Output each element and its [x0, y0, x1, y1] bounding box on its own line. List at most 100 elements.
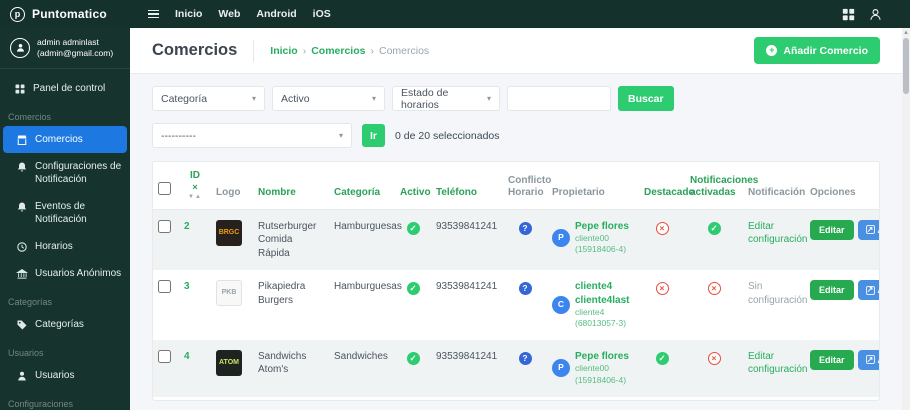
table-body: 2 BRGC Rutserburger Comida Rápida Hamburgue…: [153, 209, 879, 400]
cross-icon: ×: [707, 282, 721, 295]
select-all-checkbox[interactable]: [158, 182, 171, 195]
row-id-link[interactable]: 2: [184, 221, 190, 232]
select-value: Activo: [281, 92, 310, 105]
category-filter-select[interactable]: Categoría ▾: [152, 86, 265, 111]
row-id-link[interactable]: 3: [184, 281, 190, 292]
app-button[interactable]: ↗App: [857, 219, 879, 240]
app-button[interactable]: ↗App: [857, 280, 879, 300]
cross-icon: ×: [707, 351, 721, 365]
sort-toggle-icon[interactable]: ▼▲: [188, 194, 202, 200]
sidebar-item-usuarios-anonimos[interactable]: Usuarios Anónimos: [0, 260, 130, 287]
scroll-up-arrow-icon[interactable]: ▲: [902, 28, 910, 38]
owner-cell: P Pepe flores cliente00 (15918406-4): [552, 220, 634, 256]
commerce-logo: BRGC: [216, 219, 242, 246]
commerce-phone: 93539841241: [431, 397, 503, 400]
notification-config-link[interactable]: Editar configuración: [748, 221, 807, 246]
owner-avatar: P: [552, 359, 570, 378]
owner-avatar: C: [552, 295, 570, 314]
bulk-action-select[interactable]: ---------- ▾: [152, 123, 352, 148]
sort-clear-link[interactable]: ×: [192, 182, 197, 192]
notification-config-text: Sin configuración: [748, 281, 808, 306]
add-commerce-label: Añadir Comercio: [783, 44, 868, 57]
user-name: admin adminlast: [37, 37, 99, 47]
col-logo: Logo: [211, 162, 253, 210]
owner-name-link[interactable]: cliente4 cliente4last: [575, 280, 634, 307]
commerce-category: Sandwiches: [334, 350, 388, 362]
row-checkbox[interactable]: [158, 219, 171, 233]
owner-rut: (68013057-3): [575, 318, 627, 329]
check-icon: ✓: [406, 351, 420, 365]
search-input[interactable]: [507, 86, 611, 111]
sort-nombre-link[interactable]: Nombre: [258, 187, 296, 198]
row-checkbox[interactable]: [158, 349, 171, 363]
brand-logo-icon: p: [10, 6, 25, 22]
go-button[interactable]: Ir: [362, 124, 386, 147]
sort-id-link[interactable]: ID: [190, 170, 200, 183]
sidebar-item-panel-de-control[interactable]: Panel de control: [0, 75, 130, 102]
edit-button[interactable]: Editar: [810, 219, 854, 240]
row-checkbox[interactable]: [158, 280, 171, 293]
app-button[interactable]: ↗App: [857, 349, 879, 370]
select-value: ----------: [161, 129, 196, 142]
owner-name-link[interactable]: Pepe flores: [575, 350, 629, 364]
main-content: Comercios Inicio › Comercios › Comercios…: [130, 28, 910, 410]
sidebar-item-categorias[interactable]: Categorías: [0, 311, 130, 338]
sidebar-toggle-icon[interactable]: [148, 9, 159, 19]
commerce-phone: 93539841241: [436, 281, 498, 292]
sidebar-section-categorias: Categorías: [8, 297, 53, 308]
check-icon: ✓: [406, 221, 420, 235]
nav-link-web[interactable]: Web: [218, 8, 240, 20]
sidebar-item-label: Panel de control: [33, 83, 106, 95]
account-icon[interactable]: [869, 8, 882, 21]
nav-link-ios[interactable]: iOS: [313, 8, 331, 20]
scrollbar-thumb[interactable]: [903, 38, 909, 94]
commerce-name: Pikapiedra Burgers: [258, 281, 306, 306]
sidebar-item-comercios[interactable]: Comercios: [3, 126, 127, 154]
page-title: Comercios: [152, 41, 238, 59]
sidebar-item-horarios[interactable]: Horarios: [0, 233, 130, 260]
sidebar-item-eventos-de-notificacion[interactable]: Eventos de Notificación: [0, 193, 130, 233]
sort-activo-link[interactable]: Activo: [400, 187, 431, 198]
sidebar-item-configuraciones-de-notificacion[interactable]: Configuraciones de Notificación: [0, 153, 130, 193]
commerce-phone: 93539841241: [436, 350, 498, 362]
nav-link-inicio[interactable]: Inicio: [175, 8, 202, 20]
table-row: 2 BRGC Rutserburger Comida Rápida Hamburgue…: [153, 209, 879, 270]
edit-button[interactable]: Editar: [810, 349, 854, 370]
col-conflicto-horario: Conflicto Horario: [503, 162, 551, 210]
page-scrollbar[interactable]: ▲: [902, 28, 910, 410]
owner-rut: (15918406-4): [575, 244, 627, 255]
sidebar-item-label: Horarios: [35, 241, 73, 253]
owner-rut: (15918406-4): [575, 374, 627, 385]
sidebar-section-usuarios: Usuarios: [8, 348, 44, 359]
edit-button[interactable]: Editar: [810, 280, 854, 300]
sort-destacado-link[interactable]: Destacado: [644, 187, 695, 198]
sidebar-item-usuarios[interactable]: Usuarios: [0, 362, 130, 389]
commerce-category: Hamburguesas: [334, 220, 402, 232]
user-block[interactable]: admin adminlast (admin@gmail.com): [0, 28, 130, 70]
external-link-icon: ↗: [865, 224, 875, 234]
commerce-logo: PKB: [216, 280, 242, 306]
breadcrumb-comercios[interactable]: Comercios: [311, 45, 365, 57]
commerce-name: Pollería Klovera: [253, 397, 329, 400]
add-commerce-button[interactable]: + Añadir Comercio: [754, 37, 880, 64]
chevron-down-icon: ▾: [338, 131, 343, 140]
breadcrumb-inicio[interactable]: Inicio: [270, 45, 297, 57]
apps-grid-icon[interactable]: [842, 8, 855, 21]
row-id-link[interactable]: 4: [184, 351, 190, 362]
owner-avatar: P: [552, 228, 570, 247]
selection-status: 0 de 20 seleccionados: [395, 129, 500, 142]
sidebar-item-label: Categorías: [35, 319, 84, 331]
sort-telefono-link[interactable]: Teléfono: [436, 187, 477, 198]
active-filter-select[interactable]: Activo ▾: [272, 86, 385, 111]
notification-config-link[interactable]: Editar configuración: [748, 351, 807, 376]
commerce-name: Rutserburger Comida Rápida: [258, 220, 317, 259]
cross-icon: ×: [655, 282, 669, 295]
search-button[interactable]: Buscar: [618, 86, 674, 111]
user-avatar-icon: [10, 37, 30, 58]
sort-categoria-link[interactable]: Categoría: [334, 187, 380, 198]
owner-name-link[interactable]: Pepe flores: [575, 220, 629, 234]
brand[interactable]: p Puntomatico: [0, 6, 130, 22]
divider: [253, 39, 255, 62]
schedule-status-filter-select[interactable]: Estado de horarios ▾: [392, 86, 500, 111]
nav-link-android[interactable]: Android: [256, 8, 296, 20]
